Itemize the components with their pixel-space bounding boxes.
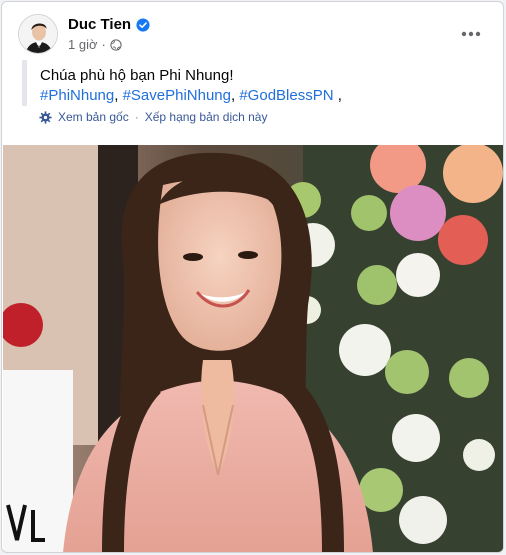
author-line: Duc Tien [68,16,150,33]
see-original-link[interactable]: Xem bản gốc [58,110,129,124]
rate-translation-link[interactable]: Xếp hạng bản dịch này [145,110,268,124]
translation-separator: · [134,110,139,124]
photo-image [3,145,503,552]
post-card: Duc Tien 1 giờ · Chúa phù hộ bạn Phi Nhu… [1,1,504,553]
hashtag-link[interactable]: #PhiNhung [40,87,114,104]
hashtags-line: #PhiNhung, #SavePhiNhung, #GodBlessPN , [40,86,489,106]
verified-badge-icon [136,17,150,32]
author-name[interactable]: Duc Tien [68,16,131,33]
author-avatar[interactable] [18,14,58,54]
quote-bar [22,60,27,106]
hashtag-trailing: , [333,87,342,104]
hashtag-separator: , [114,87,123,104]
meta-separator: · [101,37,106,52]
gear-icon [39,110,52,124]
post-header: Duc Tien 1 giờ · [18,14,491,58]
avatar-image [19,15,57,53]
globe-icon[interactable] [110,38,122,51]
post-meta: 1 giờ · [68,37,122,52]
post-text: Chúa phù hộ bạn Phi Nhung! #PhiNhung, #S… [40,66,489,106]
hashtag-link[interactable]: #GodBlessPN [239,87,333,104]
post-text-line: Chúa phù hộ bạn Phi Nhung! [40,67,234,84]
more-options-button[interactable] [457,20,485,48]
translation-bar: Xem bản gốc · Xếp hạng bản dịch này [39,110,267,124]
hashtag-link[interactable]: #SavePhiNhung [123,87,231,104]
post-timestamp[interactable]: 1 giờ [68,37,98,52]
more-horizontal-icon [461,31,481,37]
post-photo[interactable] [3,145,503,552]
